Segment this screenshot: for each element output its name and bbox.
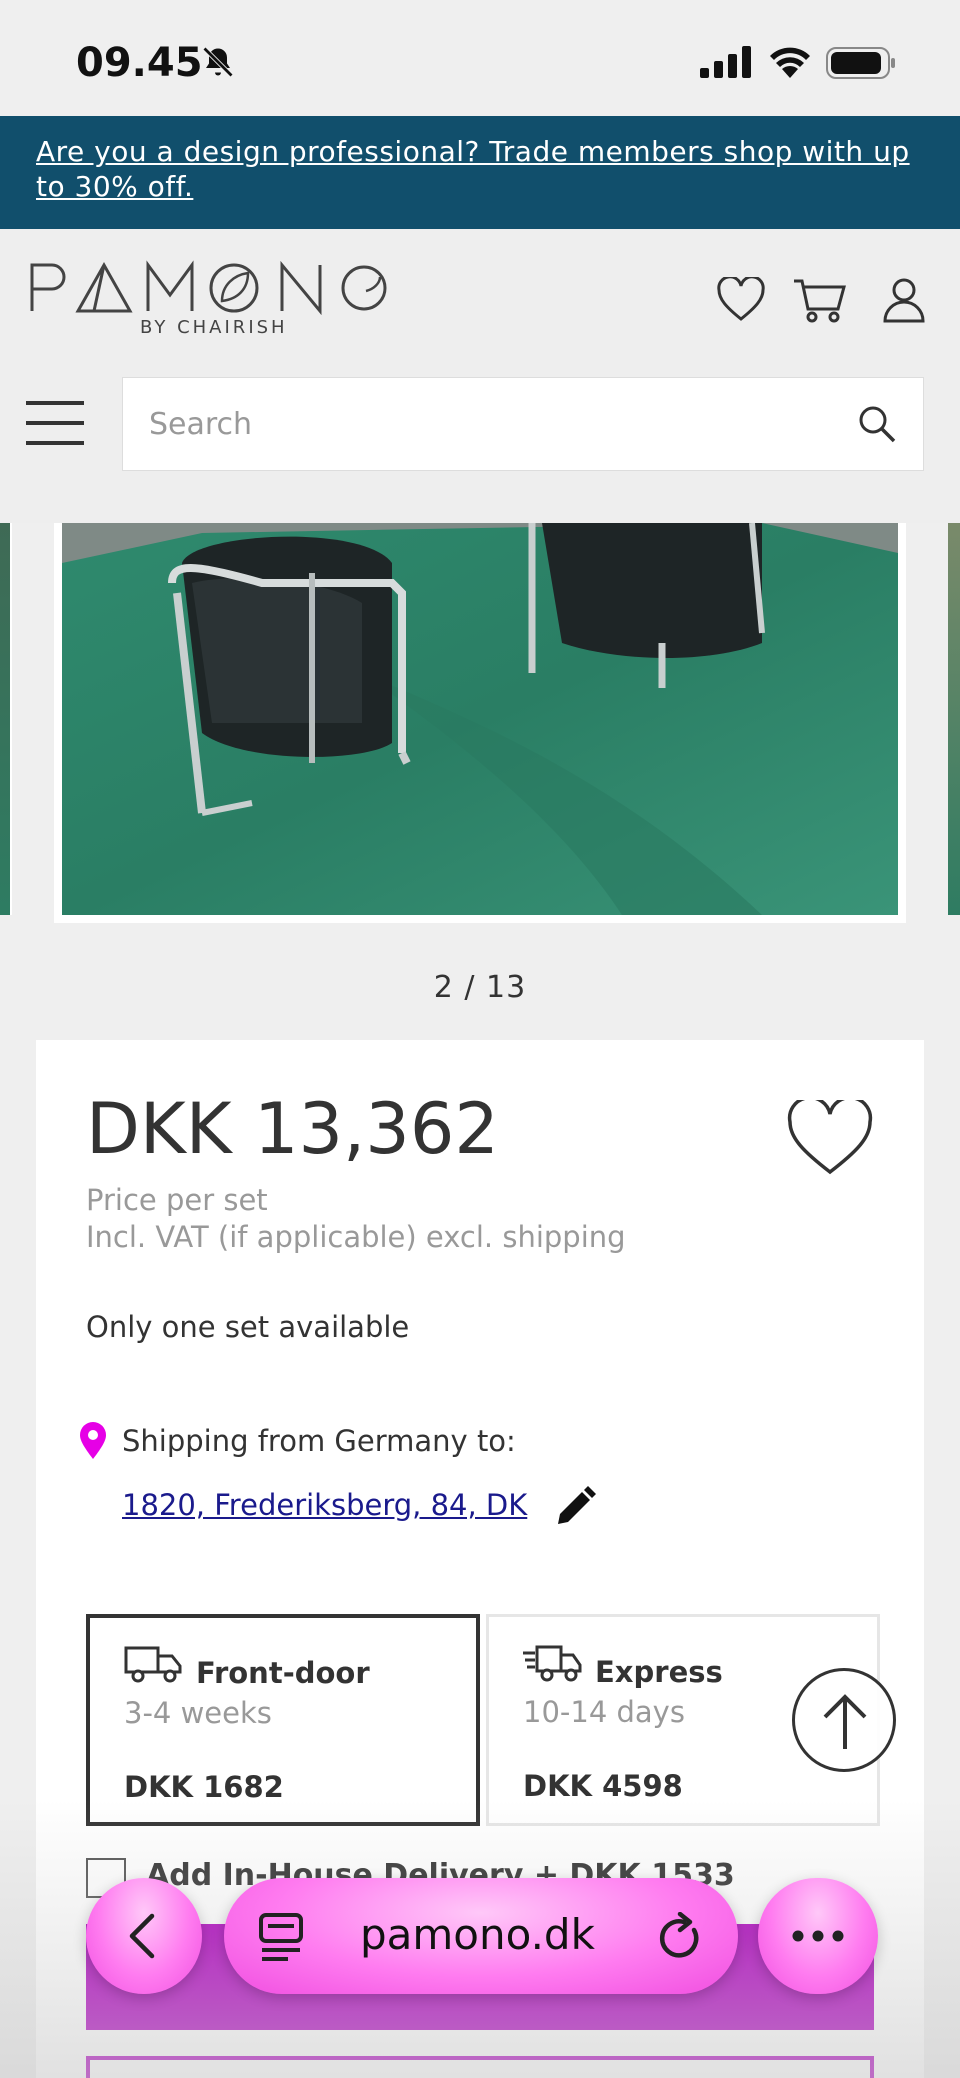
chevron-left-icon <box>129 1913 155 1959</box>
cart-icon[interactable] <box>792 277 846 323</box>
logo-subtitle: BY CHAIRISH <box>140 317 288 338</box>
battery-icon <box>826 47 895 79</box>
heart-icon[interactable] <box>716 277 766 323</box>
price-unit: Price per set <box>86 1183 268 1217</box>
browser-address-bar[interactable]: pamono.dk <box>224 1878 738 1994</box>
menu-icon[interactable] <box>26 399 84 447</box>
status-time: 09.45 <box>76 40 203 86</box>
delivery-option-time: 3-4 weeks <box>124 1696 272 1730</box>
wifi-icon <box>770 47 810 78</box>
reload-icon[interactable] <box>656 1912 704 1962</box>
user-icon[interactable] <box>882 277 926 323</box>
browser-back-button[interactable] <box>86 1878 202 1994</box>
availability-text: Only one set available <box>86 1310 410 1344</box>
truck-icon <box>124 1646 182 1683</box>
product-image[interactable] <box>54 523 906 923</box>
scroll-to-top-button[interactable] <box>792 1668 896 1772</box>
bell-muted-icon <box>202 46 234 78</box>
edit-pencil-icon[interactable] <box>554 1484 596 1526</box>
delivery-option-time: 10-14 days <box>523 1695 685 1729</box>
delivery-option-cost: DKK 1682 <box>124 1770 284 1804</box>
express-truck-icon <box>523 1645 582 1682</box>
vat-note: Incl. VAT (if applicable) excl. shipping <box>86 1220 626 1254</box>
search-input[interactable] <box>149 402 829 446</box>
location-pin-icon <box>80 1422 106 1459</box>
arrow-up-icon <box>823 1694 867 1749</box>
more-dots-icon <box>792 1930 844 1942</box>
delivery-option-name: Express <box>595 1655 723 1689</box>
search-bar[interactable] <box>122 377 924 471</box>
pamono-logo[interactable] <box>30 259 390 315</box>
cellular-signal-icon <box>700 46 751 78</box>
delivery-option-cost: DKK 4598 <box>523 1769 683 1803</box>
delivery-option-front-door[interactable]: Front-door 3-4 weeks DKK 1682 <box>86 1614 480 1826</box>
trade-promo-link[interactable]: Are you a design professional? Trade mem… <box>36 135 910 203</box>
previous-slide-peek[interactable] <box>0 523 12 915</box>
next-slide-peek[interactable] <box>948 523 960 915</box>
tabs-list-icon[interactable] <box>258 1912 304 1962</box>
image-counter: 2 / 13 <box>433 970 527 1005</box>
wishlist-heart-icon[interactable] <box>786 1100 874 1178</box>
price-notes: Price per set Incl. VAT (if applicable) … <box>86 1182 626 1256</box>
browser-url[interactable]: pamono.dk <box>360 1910 595 1959</box>
delivery-option-name: Front-door <box>196 1656 370 1690</box>
browser-more-button[interactable] <box>758 1878 878 1994</box>
shipping-destination-link[interactable]: 1820, Frederiksberg, 84, DK <box>122 1488 527 1522</box>
secondary-action-button[interactable] <box>86 2056 874 2078</box>
product-image-carousel[interactable] <box>0 523 960 923</box>
product-price: DKK 13,362 <box>86 1088 499 1170</box>
status-bar: 09.45 <box>0 0 960 116</box>
trade-promo-banner[interactable]: Are you a design professional? Trade mem… <box>0 116 960 229</box>
site-header: BY CHAIRISH <box>0 229 960 523</box>
search-icon[interactable] <box>857 404 897 444</box>
shipping-origin: Shipping from Germany to: <box>122 1424 516 1458</box>
